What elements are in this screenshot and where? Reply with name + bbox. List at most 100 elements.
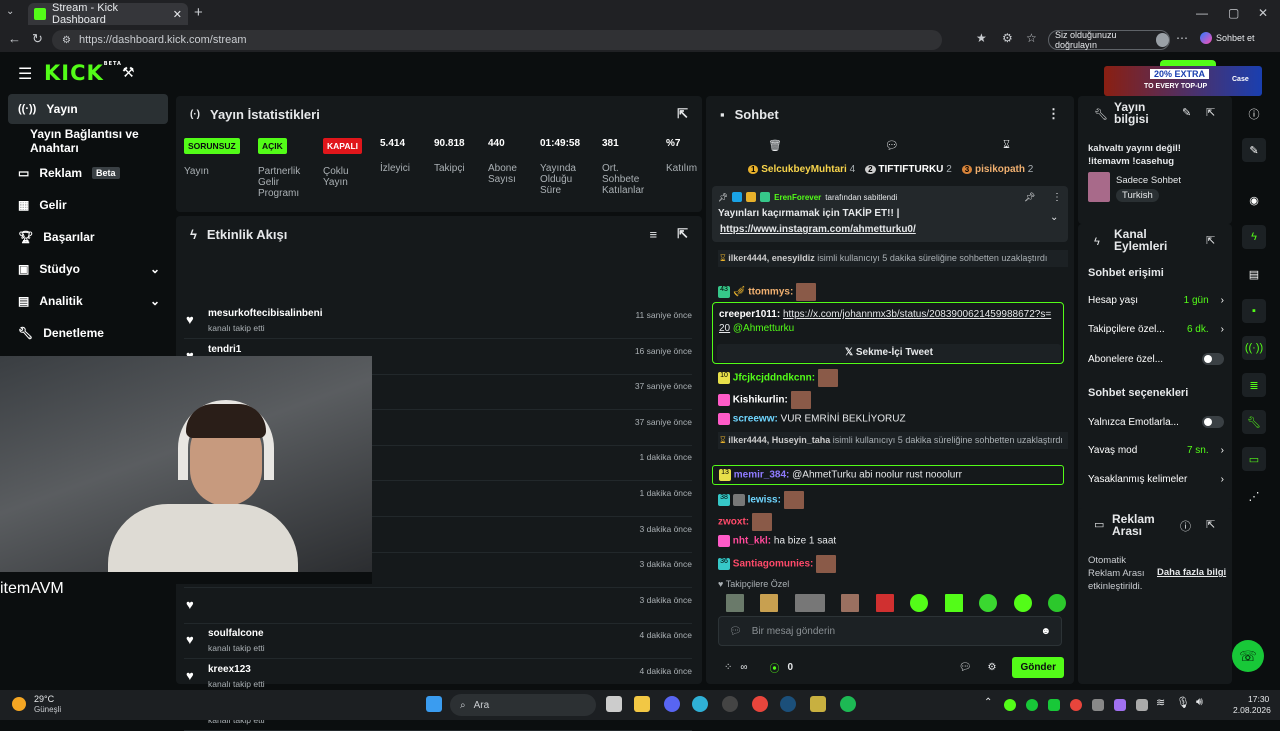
info-icon[interactable]: ⓘ [1180,518,1191,534]
sidebar-item-stream-key[interactable]: Yayın Bağlantısı ve Anahtarı [8,126,168,156]
hammer-icon[interactable]: ⚒ [122,64,135,81]
steam-icon[interactable] [780,696,796,712]
share-icon[interactable]: ⋰ [1242,484,1266,508]
hourglass-icon[interactable]: ⌛︎ [1003,139,1010,152]
file-explorer-icon[interactable] [634,696,650,712]
chat-icon[interactable]: ▪ [1242,299,1266,323]
sidebar-item-yayin[interactable]: ((·)) Yayın [8,94,168,124]
star-icon[interactable]: ★ [976,31,987,45]
chat-bubble-icon[interactable]: 💬︎ [959,662,972,673]
chevron-down-icon[interactable]: ⌄ [1050,212,1058,223]
emote-image[interactable] [726,594,744,612]
popout-icon[interactable]: ⇱ [1206,106,1215,119]
tray-icon[interactable] [1136,699,1148,711]
emote-image[interactable] [944,594,963,612]
tab-list-button[interactable]: ⌄ [6,6,22,22]
emote-image[interactable] [1047,594,1066,612]
windows-start-icon[interactable] [426,696,442,712]
emoji-icon[interactable]: ☻ [1040,626,1051,637]
chat-username[interactable]: Jfcjkcjddndkcnn: [733,373,815,384]
discord-icon[interactable] [664,696,680,712]
kick-logo[interactable]: KICKBETA [44,61,122,85]
close-tab-icon[interactable]: ✕ [173,8,182,21]
app-icon[interactable] [810,696,826,712]
minimize-icon[interactable]: — [1196,6,1208,20]
leader-3[interactable]: 3 pisikopath 2 [961,164,1033,175]
trash-icon[interactable]: 🗑︎ [768,139,782,152]
profile-button[interactable]: Siz olduğunuzu doğrulayın [1048,30,1170,50]
emote-image[interactable] [1013,594,1032,612]
chat-username[interactable]: zwoxt: [718,517,749,528]
chat-username[interactable]: lewiss: [748,495,781,506]
hamburger-icon[interactable]: ☰ [18,64,32,84]
emote-only-row[interactable]: Yalnızca Emotlarla... [1088,416,1224,428]
users-icon[interactable]: ⁘ [724,662,732,673]
sidebar-item-denetleme[interactable]: 🔧︎ Denetleme [8,318,168,348]
chat-username[interactable]: Santiagomunies: [733,559,814,570]
edit-icon[interactable]: ✎ [1182,106,1191,119]
popout-icon[interactable]: ⇱ [677,106,688,122]
more-options-icon[interactable]: ⋮ [1047,106,1060,122]
volume-icon[interactable]: 🔊︎ [1196,696,1203,709]
broadcast-icon[interactable]: ((·)) [1242,336,1266,360]
taskbar-search[interactable]: ⌕ Ara [450,694,596,716]
tray-chevron-icon[interactable]: ⌃ [984,697,992,708]
unpin-icon[interactable]: 📌︎ [1024,192,1035,203]
chat-bubble-icon[interactable]: 💬︎ [885,139,899,152]
subscribers-only-row[interactable]: Abonelere özel... [1088,353,1224,365]
tray-icon[interactable] [1070,699,1082,711]
favorites-icon[interactable]: ☆ [1026,31,1037,45]
tray-icon[interactable] [1004,699,1016,711]
sidebar-item-analitik[interactable]: ▤ Analitik ⌄ [8,286,168,316]
new-tab-button[interactable]: + [194,4,203,21]
emote-image[interactable] [760,594,779,612]
emote-only-toggle[interactable] [1202,416,1224,428]
promo-banner[interactable]: 20% EXTRA TO EVERY TOP-UP Case [1104,66,1262,96]
spotify-icon[interactable] [840,696,856,712]
tray-icon[interactable] [1114,699,1126,711]
mention[interactable]: @Ahmetturku [733,323,794,334]
layers-icon[interactable]: ≣ [1242,373,1266,397]
tray-icon[interactable] [1026,699,1038,711]
edit-icon[interactable]: ✎ [1242,138,1266,162]
leader-2[interactable]: 2 TIFTIFTURKU 2 [865,164,952,175]
address-bar[interactable]: ⚙ https://dashboard.kick.com/stream [52,30,942,50]
emote-image[interactable] [794,594,825,612]
sidebar-item-studyo[interactable]: ▣ Stüdyo ⌄ [8,254,168,284]
chat-username[interactable]: creeper1011: [719,309,780,320]
send-button[interactable]: Gönder [1012,656,1064,678]
emote-image[interactable] [841,594,860,612]
subscribers-only-toggle[interactable] [1202,353,1224,365]
copilot-button[interactable]: Sohbet et [1200,32,1255,44]
camera-icon[interactable]: ◉ [1242,188,1266,212]
window-icon[interactable]: ▭ [1242,447,1266,471]
learn-more-link[interactable]: Daha fazla bilgi [1157,567,1226,578]
tweet-button[interactable]: 𝕏 Sekme-İçi Tweet [717,344,1061,362]
support-chat-button[interactable]: ☏ [1232,640,1264,672]
more-options-icon[interactable]: ⋮ [1052,192,1062,203]
clock-time[interactable]: 17:30 [1248,694,1269,704]
clipboard-icon[interactable]: ▤ [1242,262,1266,286]
filter-icon[interactable]: ≡ [650,227,658,242]
gear-icon[interactable]: ⚙ [987,662,996,673]
tray-icon[interactable] [1048,699,1060,711]
chat-input[interactable]: 💬︎ Bir mesaj gönderin ☻ [718,616,1062,646]
follower-name[interactable]: kreex123 [208,664,251,675]
followers-only-row[interactable]: Takipçilere özel... 6 dk. › [1088,324,1224,335]
reload-icon[interactable]: ↻ [32,31,43,47]
pinned-link[interactable]: https://www.instagram.com/ahmetturku0/ [720,224,916,235]
chat-username[interactable]: screeww: [733,414,778,425]
back-icon[interactable]: ← [8,31,21,46]
emote-image[interactable] [979,594,998,612]
emote-image[interactable] [875,594,894,612]
emote-image[interactable] [910,594,929,612]
sidebar-item-gelir[interactable]: ▦ Gelir [8,190,168,220]
maximize-icon[interactable]: ▢ [1228,6,1239,20]
chat-username[interactable]: memir_384: [734,470,790,481]
tray-icon[interactable] [1092,699,1104,711]
leader-1[interactable]: 1 SelcukbeyMuhtari 4 [748,164,855,175]
banned-words-row[interactable]: Yasaklanmış kelimeler › [1088,474,1224,485]
follower-name[interactable]: tendri1 [208,344,241,355]
wifi-icon[interactable]: ≋ [1156,696,1165,709]
extensions-icon[interactable]: ⚙ [1002,31,1013,45]
